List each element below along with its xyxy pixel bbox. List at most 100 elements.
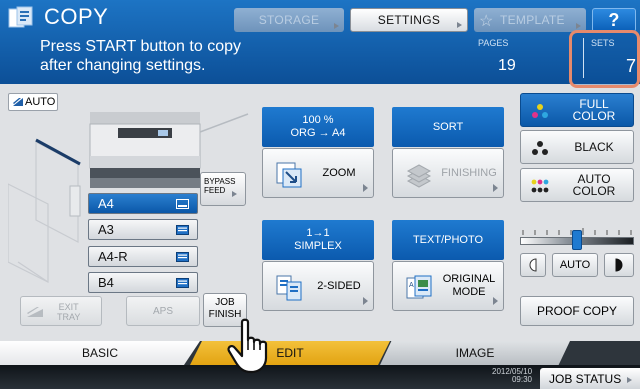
tab-image[interactable]: IMAGE bbox=[380, 341, 570, 365]
tray-a4[interactable]: A4 bbox=[88, 193, 198, 214]
original-mode-icon: A bbox=[406, 275, 432, 299]
original-mode-label: ORIGINAL MODE bbox=[441, 262, 497, 310]
finishing-label: FINISHING bbox=[441, 166, 497, 179]
density-slider-thumb[interactable] bbox=[572, 230, 582, 250]
tray-level-icon bbox=[176, 199, 189, 209]
bypass-label-line-1: BYPASS bbox=[204, 177, 236, 186]
original-mode-line-2: MODE bbox=[452, 286, 486, 298]
settings-button[interactable]: SETTINGS bbox=[350, 8, 468, 32]
tray-a4-r-label: A4-R bbox=[98, 249, 128, 264]
zoom-ratio: 100 % bbox=[302, 114, 334, 126]
original-info: TEXT/PHOTO bbox=[412, 233, 484, 246]
job-status-label: JOB STATUS bbox=[549, 371, 622, 386]
chevron-right-icon bbox=[363, 297, 368, 305]
tab-image-label: IMAGE bbox=[455, 346, 495, 360]
template-button[interactable]: ☆ TEMPLATE bbox=[474, 8, 586, 32]
storage-button[interactable]: STORAGE bbox=[234, 8, 344, 32]
full-color-line-2: COLOR bbox=[572, 109, 616, 123]
half-circle-right-icon bbox=[615, 258, 623, 272]
zoom-icon bbox=[276, 162, 302, 188]
sets-value: 7 bbox=[626, 56, 637, 76]
full-color-label: FULL COLOR bbox=[559, 94, 629, 126]
settings-label: SETTINGS bbox=[377, 13, 441, 27]
exit-tray-button[interactable]: EXIT TRAY bbox=[20, 296, 102, 326]
zoom-label: ZOOM bbox=[322, 166, 356, 179]
density-lighter-button[interactable] bbox=[520, 253, 546, 277]
tray-a3-label: A3 bbox=[98, 222, 114, 237]
density-darker-button[interactable] bbox=[604, 253, 634, 277]
mode-title: COPY bbox=[44, 4, 109, 29]
auto-color-icon bbox=[531, 179, 549, 193]
chevron-right-icon bbox=[232, 191, 237, 197]
pages-label: PAGES bbox=[478, 38, 509, 48]
tab-basic-label: BASIC bbox=[81, 346, 118, 360]
message-line-1: Press START button to copy bbox=[40, 38, 241, 55]
exit-tray-icon bbox=[27, 307, 43, 317]
auto-paper-badge[interactable]: AUTO bbox=[8, 93, 58, 111]
finishing-icon bbox=[406, 164, 432, 188]
tray-a3[interactable]: A3 bbox=[88, 219, 198, 240]
exit-tray-line-2: TRAY bbox=[57, 312, 81, 322]
density-auto-button[interactable]: AUTO bbox=[552, 253, 598, 277]
proof-copy-label: PROOF COPY bbox=[536, 304, 617, 318]
chevron-right-icon bbox=[363, 184, 368, 192]
pointer-hand-icon bbox=[227, 318, 268, 374]
pages-value: 19 bbox=[498, 57, 516, 74]
chevron-right-icon bbox=[576, 23, 581, 29]
paper-stack-icon bbox=[13, 98, 23, 106]
duplex-ratio: 1→1 bbox=[306, 227, 330, 239]
zoom-paper: ORG → A4 bbox=[290, 127, 346, 139]
status-message: Press START button to copy after changin… bbox=[40, 37, 241, 75]
sort-info: SORT bbox=[432, 120, 464, 133]
finishing-button[interactable]: FINISHING bbox=[392, 148, 504, 198]
black-button[interactable]: BLACK bbox=[520, 130, 634, 164]
original-mode-button[interactable]: A ORIGINAL MODE bbox=[392, 261, 504, 311]
chevron-right-icon bbox=[334, 23, 339, 29]
sets-label: SETS bbox=[591, 38, 615, 48]
chevron-right-icon bbox=[627, 377, 632, 383]
tab-edit[interactable]: EDIT bbox=[190, 341, 390, 365]
message-line-2: after changing settings. bbox=[40, 57, 206, 74]
svg-text:A: A bbox=[409, 282, 414, 289]
original-mode-line-1: ORIGINAL bbox=[442, 273, 496, 285]
full-color-button[interactable]: FULL COLOR bbox=[520, 93, 634, 127]
tray-a4-r[interactable]: A4-R bbox=[88, 246, 198, 267]
tab-edit-label: EDIT bbox=[276, 346, 304, 360]
auto-color-label: AUTO COLOR bbox=[559, 169, 629, 201]
chevron-right-icon bbox=[493, 184, 498, 192]
job-status-button[interactable]: JOB STATUS bbox=[540, 368, 640, 389]
tray-a4-label: A4 bbox=[98, 196, 114, 211]
tray-level-icon bbox=[176, 278, 189, 288]
sort-info-label: SORT bbox=[392, 107, 504, 147]
tray-b4-label: B4 bbox=[98, 275, 114, 290]
star-icon: ☆ bbox=[479, 13, 494, 30]
original-info-label: TEXT/PHOTO bbox=[392, 220, 504, 260]
two-sided-label: 2-SIDED bbox=[317, 279, 361, 292]
duplex-info-label: 1→1 SIMPLEX bbox=[262, 220, 374, 260]
tab-basic[interactable]: BASIC bbox=[0, 341, 200, 365]
zoom-button[interactable]: ZOOM bbox=[262, 148, 374, 198]
exit-tray-line-1: EXIT bbox=[58, 302, 79, 312]
exit-tray-text: EXIT TRAY bbox=[57, 302, 80, 322]
sets-divider bbox=[583, 38, 584, 78]
half-circle-left-icon bbox=[529, 258, 537, 272]
aps-label: APS bbox=[152, 305, 173, 317]
tray-b4[interactable]: B4 bbox=[88, 272, 198, 293]
auto-paper-label: AUTO bbox=[25, 96, 56, 108]
help-label: ? bbox=[608, 9, 620, 30]
auto-color-button[interactable]: AUTO COLOR bbox=[520, 168, 634, 202]
full-color-icon bbox=[532, 104, 548, 118]
tray-level-icon bbox=[176, 225, 189, 235]
black-icon bbox=[532, 141, 548, 155]
help-button[interactable]: ? bbox=[592, 8, 636, 32]
storage-label: STORAGE bbox=[258, 13, 320, 27]
tray-level-icon bbox=[176, 252, 189, 262]
template-label: TEMPLATE bbox=[500, 13, 565, 27]
chevron-right-icon bbox=[493, 297, 498, 305]
zoom-info-label: 100 % ORG → A4 bbox=[262, 107, 374, 147]
proof-copy-button[interactable]: PROOF COPY bbox=[520, 296, 634, 326]
two-sided-button[interactable]: 2-SIDED bbox=[262, 261, 374, 311]
date-time: 2012/05/10 09:30 bbox=[492, 368, 532, 384]
aps-button[interactable]: APS bbox=[126, 296, 200, 326]
bypass-feed-button[interactable]: BYPASS FEED bbox=[200, 172, 246, 206]
